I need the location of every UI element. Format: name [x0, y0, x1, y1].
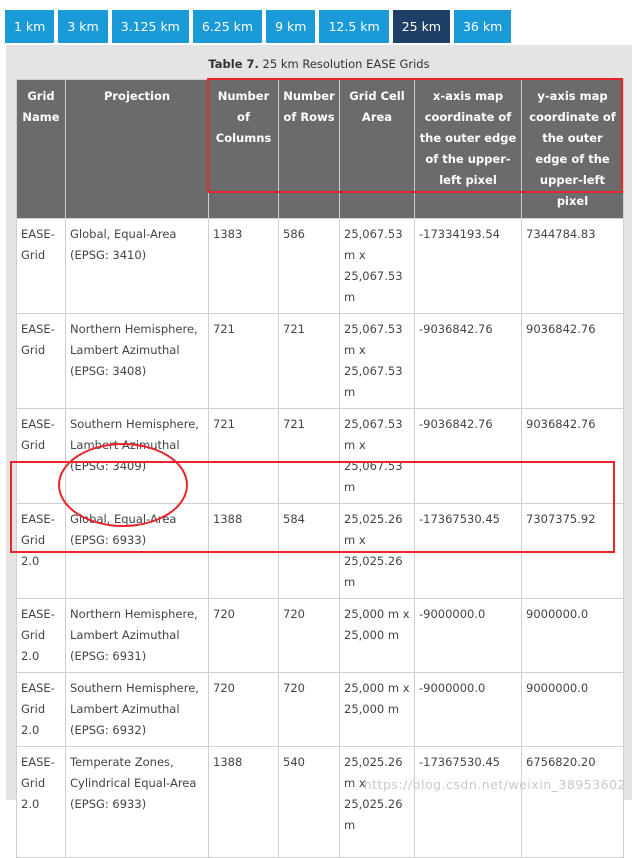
- cell-x: -9000000.0: [414, 598, 522, 673]
- cell-grid-name: EASE-Grid: [16, 408, 66, 504]
- cell-area: 25,067.53 m x 25,067.53 m: [339, 408, 415, 504]
- cell-grid-name: EASE-Grid: [16, 218, 66, 314]
- cell-y: 9000000.0: [521, 672, 624, 747]
- ease-grid-table: Grid Name Projection Number of Columns N…: [16, 79, 624, 858]
- tab-3-125km[interactable]: 3.125 km: [111, 10, 189, 43]
- cell-area: 25,067.53 m x 25,067.53 m: [339, 313, 415, 409]
- table-row: EASE-Grid 2.0 Southern Hemisphere, Lambe…: [16, 672, 624, 747]
- tab-12-5km[interactable]: 12.5 km: [319, 10, 389, 43]
- cell-grid-name: EASE-Grid 2.0: [16, 598, 66, 673]
- table-caption: Table 7. 25 km Resolution EASE Grids: [6, 57, 632, 71]
- cell-rows: 720: [278, 598, 340, 673]
- caption-text: 25 km Resolution EASE Grids: [258, 57, 430, 71]
- cell-columns: 721: [208, 313, 279, 409]
- cell-y: 7307375.92: [521, 503, 624, 599]
- cell-rows: 721: [278, 313, 340, 409]
- cell-grid-name: EASE-Grid: [16, 313, 66, 409]
- table-row: EASE-Grid 2.0 Northern Hemisphere, Lambe…: [16, 598, 624, 673]
- cell-grid-name: EASE-Grid 2.0: [16, 746, 66, 858]
- caption-label: Table 7.: [208, 57, 259, 71]
- cell-columns: 721: [208, 408, 279, 504]
- cell-y: 7344784.83: [521, 218, 624, 314]
- tab-1km[interactable]: 1 km: [5, 10, 55, 43]
- cell-y: 9036842.76: [521, 408, 624, 504]
- cell-projection: Global, Equal-Area (EPSG: 6933): [65, 503, 209, 599]
- tab-36km[interactable]: 36 km: [453, 10, 512, 43]
- cell-y: 6756820.20: [521, 746, 624, 858]
- cell-rows: 586: [278, 218, 340, 314]
- tab-3km[interactable]: 3 km: [58, 10, 108, 43]
- cell-grid-name: EASE-Grid 2.0: [16, 672, 66, 747]
- cell-columns: 720: [208, 672, 279, 747]
- cell-projection: Southern Hemisphere, Lambert Azimuthal (…: [65, 672, 209, 747]
- cell-projection: Temperate Zones, Cylindrical Equal-Area …: [65, 746, 209, 858]
- cell-x: -9036842.76: [414, 313, 522, 409]
- cell-area: 25,025.26 m x 25,025.26 m: [339, 503, 415, 599]
- cell-columns: 1383: [208, 218, 279, 314]
- cell-columns: 1388: [208, 746, 279, 858]
- cell-rows: 720: [278, 672, 340, 747]
- header-grid-name: Grid Name: [16, 79, 66, 219]
- cell-projection: Southern Hemisphere, Lambert Azimuthal (…: [65, 408, 209, 504]
- table-row: EASE-Grid Northern Hemisphere, Lambert A…: [16, 313, 624, 409]
- cell-rows: 584: [278, 503, 340, 599]
- cell-rows: 540: [278, 746, 340, 858]
- cell-x: -9000000.0: [414, 672, 522, 747]
- cell-x: -17367530.45: [414, 746, 522, 858]
- cell-area: 25,025.26 m x 25,025.26 m: [339, 746, 415, 858]
- cell-area: 25,000 m x 25,000 m: [339, 672, 415, 747]
- header-rows: Number of Rows: [278, 79, 340, 219]
- resolution-tabs: 1 km 3 km 3.125 km 6.25 km 9 km 12.5 km …: [5, 10, 512, 43]
- cell-area: 25,000 m x 25,000 m: [339, 598, 415, 673]
- table-row: EASE-Grid 2.0 Temperate Zones, Cylindric…: [16, 746, 624, 858]
- cell-y: 9000000.0: [521, 598, 624, 673]
- table-row: EASE-Grid Global, Equal-Area (EPSG: 3410…: [16, 218, 624, 314]
- cell-x: -17367530.45: [414, 503, 522, 599]
- cell-columns: 720: [208, 598, 279, 673]
- watermark: https://blog.csdn.net/weixin_38953602: [363, 777, 626, 792]
- cell-projection: Global, Equal-Area (EPSG: 3410): [65, 218, 209, 314]
- header-columns: Number of Columns: [208, 79, 279, 219]
- cell-rows: 721: [278, 408, 340, 504]
- cell-x: -17334193.54: [414, 218, 522, 314]
- header-y-coordinate: y-axis map coordinate of the outer edge …: [521, 79, 624, 219]
- tab-9km[interactable]: 9 km: [266, 10, 316, 43]
- header-projection: Projection: [65, 79, 209, 219]
- cell-projection: Northern Hemisphere, Lambert Azimuthal (…: [65, 598, 209, 673]
- cell-projection: Northern Hemisphere, Lambert Azimuthal (…: [65, 313, 209, 409]
- cell-x: -9036842.76: [414, 408, 522, 504]
- cell-y: 9036842.76: [521, 313, 624, 409]
- tab-6-25km[interactable]: 6.25 km: [192, 10, 263, 43]
- header-x-coordinate: x-axis map coordinate of the outer edge …: [414, 79, 522, 219]
- cell-grid-name: EASE-Grid 2.0: [16, 503, 66, 599]
- header-cell-area: Grid Cell Area: [339, 79, 415, 219]
- cell-columns: 1388: [208, 503, 279, 599]
- table-row: EASE-Grid 2.0 Global, Equal-Area (EPSG: …: [16, 503, 624, 599]
- table-row: EASE-Grid Southern Hemisphere, Lambert A…: [16, 408, 624, 504]
- cell-area: 25,067.53 m x 25,067.53 m: [339, 218, 415, 314]
- header-row: Grid Name Projection Number of Columns N…: [16, 79, 624, 219]
- table-panel: Table 7. 25 km Resolution EASE Grids Gri…: [6, 45, 632, 858]
- tab-25km[interactable]: 25 km: [392, 10, 450, 43]
